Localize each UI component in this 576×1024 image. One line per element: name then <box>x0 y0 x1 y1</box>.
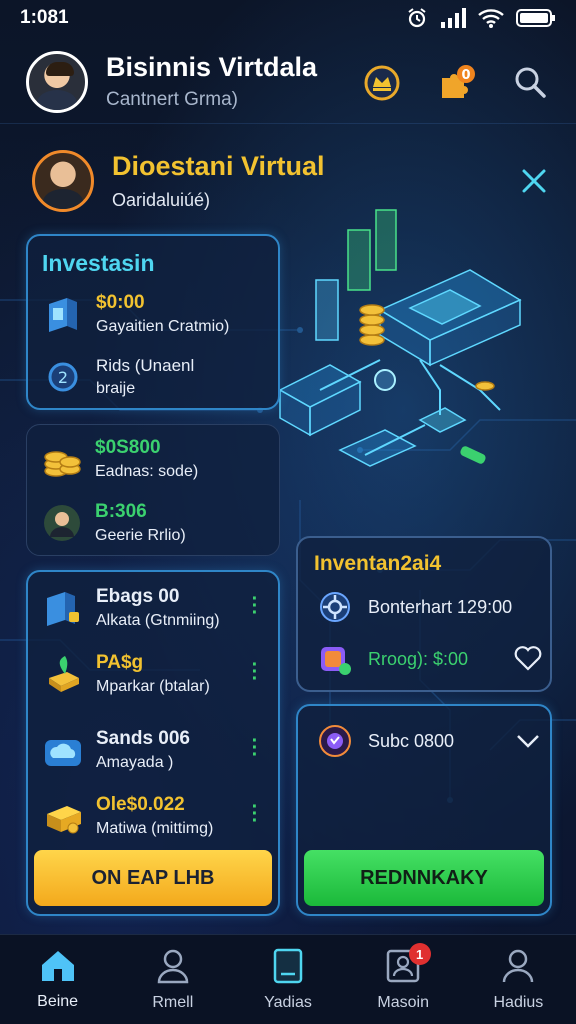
inventory-text: Rroog): $:00 <box>368 648 469 669</box>
inventory-text: Bonterhart 129:00 <box>368 596 513 617</box>
investment-amount: $0:00 <box>96 292 145 313</box>
more-icon[interactable]: · · · <box>250 655 260 689</box>
list-item[interactable]: Subc 0800 <box>314 720 540 762</box>
svg-text:2: 2 <box>58 368 68 387</box>
nav-label: Hadius <box>493 993 544 1011</box>
avatar[interactable] <box>26 50 88 113</box>
coin-stack-icon <box>41 438 83 480</box>
gold-bar-icon <box>42 795 84 837</box>
investment-card-title: Investasin <box>42 250 155 276</box>
nav-label: Masoin <box>377 993 429 1011</box>
svg-text:0: 0 <box>461 68 470 83</box>
list-item[interactable]: Bonterhart 129:00 <box>314 586 512 628</box>
badge-button[interactable] <box>362 62 402 102</box>
status-time: 1:081 <box>20 7 69 28</box>
nav-item-user[interactable]: Rmell <box>115 935 230 1024</box>
book-icon <box>273 948 303 983</box>
plant-icon <box>42 653 84 695</box>
asset-amount: Ebags 00 <box>96 586 180 607</box>
inventory-card-title: Inventan2ai4 <box>314 552 442 575</box>
investment-label: braije <box>96 380 136 397</box>
user-icon <box>157 949 189 983</box>
nav-item-book[interactable]: Yadias <box>230 935 345 1024</box>
list-item[interactable]: B:306 Geerie Rrlio) <box>41 501 186 545</box>
cloud-icon <box>42 729 84 771</box>
wifi-icon <box>478 9 504 28</box>
earnings-label: Geerie Rrlio) <box>95 527 186 544</box>
more-icon[interactable]: · · · <box>250 797 260 831</box>
more-icon[interactable]: · · · <box>250 731 260 765</box>
puzzle-button[interactable]: 0 <box>436 62 476 102</box>
list-item[interactable]: $0S800 Eadnas: sode) <box>41 437 198 481</box>
cube-icon <box>314 638 356 680</box>
list-item[interactable]: 2 Rids (Unaenl braije <box>42 356 194 398</box>
subscription-card: Subc 0800 REDNNKAKY <box>296 704 552 916</box>
page-subtitle: Cantnert Grma) <box>106 89 238 110</box>
gear-icon <box>314 586 356 628</box>
heart-icon[interactable] <box>514 646 542 672</box>
notification-badge: 1 <box>408 943 431 965</box>
profile-title: Dioestani Virtual <box>112 151 325 181</box>
wallet-icon <box>42 293 84 335</box>
nav-item-profile[interactable]: Hadius <box>461 935 576 1024</box>
list-item[interactable]: Ole$0.022 Matiwa (mittimg) <box>42 794 268 838</box>
asset-label: Matiwa (mittimg) <box>96 820 214 837</box>
list-item[interactable]: Sands 006 Amayada ) <box>42 728 268 772</box>
asset-amount: PA$g <box>96 652 144 673</box>
inventory-card[interactable]: Inventan2ai4 Bonterhart 129:00 Rroog): $… <box>296 536 552 692</box>
app-header: Bisinnis Virtdala Cantnert Grma) 0 <box>0 40 576 124</box>
phone-icon <box>314 720 356 762</box>
list-item[interactable]: PA$g Mparkar (btalar) <box>42 652 268 696</box>
crown-badge-icon <box>364 65 400 100</box>
signal-icon <box>441 8 466 28</box>
assets-card: Ebags 00 Alkata (Gtnmiing) · · · PA$g Mpar… <box>26 570 280 916</box>
more-icon[interactable]: · · · <box>250 589 260 623</box>
person-icon <box>41 502 83 544</box>
nav-item-home[interactable]: Beine <box>0 935 115 1024</box>
battery-icon <box>516 9 555 27</box>
chevron-down-icon[interactable] <box>516 733 540 749</box>
asset-label: Mparkar (btalar) <box>96 678 210 695</box>
search-icon <box>515 67 546 98</box>
asset-amount: Ole$0.022 <box>96 794 185 815</box>
coin-icon: 2 <box>42 356 84 398</box>
nav-label: Rmell <box>152 993 194 1011</box>
profile-icon <box>503 949 534 982</box>
asset-label: Alkata (Gtnmiing) <box>96 612 220 629</box>
alarm-icon <box>408 8 426 28</box>
profile-avatar[interactable] <box>32 150 94 212</box>
bottom-nav: Beine Rmell Yadias 1 Masoin Hadius <box>0 934 576 1024</box>
nav-item-contact[interactable]: 1 Masoin <box>346 935 461 1024</box>
earnings-label: Eadnas: sode) <box>95 463 199 480</box>
list-item[interactable]: Ebags 00 Alkata (Gtnmiing) <box>42 586 268 630</box>
nav-label: Beine <box>37 992 79 1010</box>
subscription-text: Subc 0800 <box>368 730 455 751</box>
search-button[interactable] <box>510 62 550 102</box>
asset-amount: Sands 006 <box>96 728 190 749</box>
confirm-button[interactable]: REDNNKAKY <box>304 850 544 906</box>
investment-amount: Rids (Unaenl <box>96 356 195 375</box>
page-title: Bisinnis Virtdala <box>106 52 318 82</box>
puzzle-icon: 0 <box>442 64 475 98</box>
earnings-card[interactable]: $0S800 Eadnas: sode) B:306 Geerie Rrlio) <box>26 424 280 556</box>
investment-label: Gayaitien Cratmio) <box>96 318 230 335</box>
nav-label: Yadias <box>264 993 312 1011</box>
wallet-icon <box>42 587 84 629</box>
asset-label: Amayada ) <box>96 754 174 771</box>
list-item[interactable]: $0:00 Gayaitien Cratmio) <box>42 292 229 336</box>
list-item[interactable]: Rroog): $:00 <box>314 638 542 680</box>
status-bar: 1:081 <box>0 0 576 36</box>
earnings-amount: B:306 <box>95 501 147 522</box>
earnings-amount: $0S800 <box>95 437 161 458</box>
home-icon <box>41 950 74 981</box>
investment-card[interactable]: Investasin $0:00 Gayaitien Cratmio) 2 Ri… <box>26 234 280 410</box>
primary-action-button[interactable]: ON EAP LHB <box>34 850 272 906</box>
